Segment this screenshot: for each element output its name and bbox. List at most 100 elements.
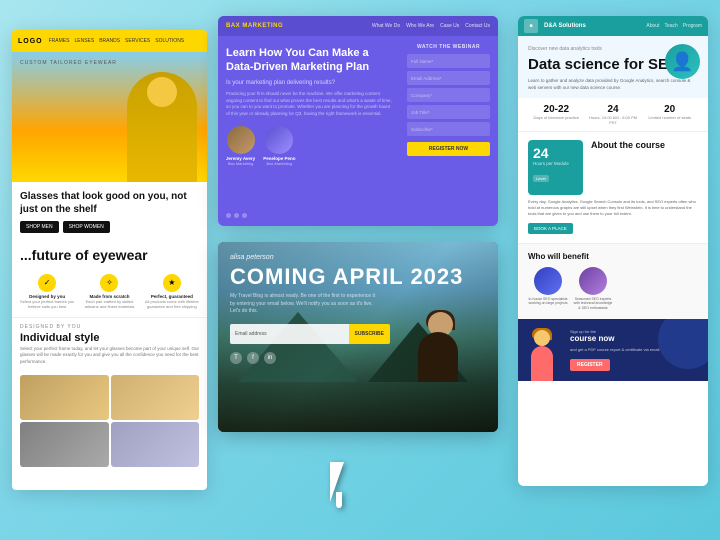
blog-name: alisa peterson [230,254,486,261]
email-input[interactable]: Email address [230,324,349,344]
feature-perfect: ★ Perfect, guaranteed All products come … [141,272,203,311]
avatar-penelope-role: Bax Marketing [263,161,295,166]
main-canvas: LOGO FRAMES LENSES BRANDS SERVICES SOLUT… [0,0,720,540]
stat-seats: 20 Limited number of seats [641,104,698,125]
nav-brands[interactable]: BRANDS [99,38,120,44]
feature-designed-desc: Select your perfect frames you believe s… [18,299,76,309]
twitter-icon[interactable]: T [230,352,242,364]
stat-seats-label: Limited number of seats [641,115,698,120]
marketing-nav-links: What We Do Who We Are Case Us Contact Us [372,23,490,29]
webinar-label: WATCH THE WEBINAR [407,44,490,50]
coming-subtitle: My Travel Blog is almost ready. Be one o… [230,293,380,316]
stat-days-label: Days of intensive practice [528,115,585,120]
stat-hours-num: 24 [585,104,642,115]
photo-4 [111,422,200,467]
coming-content: alisa peterson COMING APRIL 2023 My Trav… [218,242,498,432]
nav-lenses[interactable]: LENSES [74,38,94,44]
field-company[interactable]: Company* [407,88,490,102]
field-subscribe[interactable]: Subscribe* [407,122,490,136]
shop-men-button[interactable]: SHOP MEN [20,221,59,233]
register-now-button[interactable]: REGISTER NOW [407,142,490,156]
social-icons: T f in [230,352,486,364]
field-fullname[interactable]: Full Name* [407,54,490,68]
deco-dot-3 [242,213,247,218]
nav-what-we-do[interactable]: What We Do [372,23,400,29]
who-benefit-heading: Who will benefit [528,252,698,261]
nav-teach[interactable]: Teach [664,23,677,29]
nav-contact[interactable]: Contact Us [465,23,490,29]
eyewear-hero-label: CUSTOM TAILORED EYEWEAR [20,60,117,66]
data-hero: Discover new data analytics tools Data s… [518,36,708,98]
stat-seats-num: 20 [641,104,698,115]
book-place-button[interactable]: BOOK A PLACE [528,223,573,234]
eyewear-nav: LOGO FRAMES LENSES BRANDS SERVICES SOLUT… [12,30,207,52]
cta-person-body [531,346,553,381]
benefit-avatars: In-house SEO specialists working on larg… [528,267,698,311]
marketing-card: BAX MARKETING What We Do Who We Are Case… [218,16,498,226]
individual-label: DESIGNED BY YOU [20,324,199,330]
feature-designed: ✓ Designed by you Select your perfect fr… [16,272,78,311]
data-science-card: ■ D&A Solutions About Teach Program Disc… [518,16,708,486]
marketing-logo: BAX MARKETING [226,23,283,29]
nav-frames[interactable]: FRAMES [49,38,70,44]
eyewear-nav-items: FRAMES LENSES BRANDS SERVICES SOLUTIONS [49,38,185,44]
avatar-penelope-img [265,126,293,154]
eyewear-hero-image: CUSTOM TAILORED EYEWEAR [12,52,207,182]
nav-solutions[interactable]: SOLUTIONS [155,38,184,44]
individual-text: Select your perfect frame today, and let… [20,346,199,365]
field-email[interactable]: Email Address* [407,71,490,85]
benefit-avatar-2-img [579,267,607,295]
eyewear-brand: LOGO [18,38,43,45]
benefit-avatar-1: In-house SEO specialists working on larg… [528,267,568,311]
nav-program[interactable]: Program [683,23,702,29]
photo-3 [20,422,109,467]
subscribe-button[interactable]: SUBSCRIBE [349,324,390,344]
linkedin-icon[interactable]: in [264,352,276,364]
cursor-arrow [330,462,370,512]
marketing-form: Full Name* Email Address* Company* Job T… [407,54,490,136]
stat-hours-label: Hours, 10:00 AM - 6:00 PM PST [585,115,642,125]
coming-soon-card: alisa peterson COMING APRIL 2023 My Trav… [218,242,498,432]
eyewear-hero-text: Glasses that look good on you, not just … [12,182,207,241]
hours-badge: 24 Hours per Module Level [528,140,583,195]
deco-dot-2 [234,213,239,218]
nav-services[interactable]: SERVICES [125,38,150,44]
shop-women-button[interactable]: SHOP WOMEN [63,221,110,233]
individual-heading: Individual style [20,332,199,344]
avatar-jeremy-img [227,126,255,154]
marketing-subtitle: Is your marketing plan delivering result… [226,79,395,87]
data-hero-sub: Learn to gather and analyze data provide… [528,78,698,92]
marketing-heading: Learn How You Can Make a Data-Driven Mar… [226,46,395,75]
individual-section: DESIGNED BY YOU Individual style Select … [12,318,207,371]
who-benefit-section: Who will benefit In-house SEO specialist… [518,243,708,319]
field-jobtitle[interactable]: Job Title* [407,105,490,119]
facebook-icon[interactable]: f [247,352,259,364]
marketing-right: WATCH THE WEBINAR Full Name* Email Addre… [403,36,498,226]
data-hero-avatar [665,44,700,79]
feature-perfect-icon: ★ [163,274,181,292]
email-form: Email address SUBSCRIBE [230,324,390,344]
cta-person-head [534,330,550,346]
coming-title: COMING APRIL 2023 [230,265,486,289]
data-logo: ■ [524,19,538,33]
eyewear-tagline: ...future of eyewear [12,241,207,266]
deco-dots [226,213,247,218]
feature-made-desc: Each pair crafted by skilled artisans an… [80,299,138,309]
cta-register-button[interactable]: REGISTER [570,359,610,371]
avatar-jeremy-role: Bax Marketing [226,161,255,166]
feature-made-icon: ✧ [100,274,118,292]
photo-2 [111,375,200,420]
nav-case-us[interactable]: Case Us [440,23,459,29]
marketing-body: Practicing your firm should never be the… [226,91,395,118]
individual-photo-grid [12,371,207,475]
level-badge: Level [533,175,549,182]
photo-1 [20,375,109,420]
marketing-content: Learn How You Can Make a Data-Driven Mar… [218,36,498,226]
nav-about[interactable]: About [646,23,659,29]
cta-section: Sign up for the course now and get a PDF… [518,319,708,381]
nav-who-we-are[interactable]: Who We Are [406,23,434,29]
deco-dot-1 [226,213,231,218]
benefit-avatar-1-label: In-house SEO specialists working on larg… [528,297,568,306]
about-text: Every day, Google Analytics, Google Sear… [528,199,698,217]
data-stats: 20-22 Days of intensive practice 24 Hour… [518,98,708,132]
